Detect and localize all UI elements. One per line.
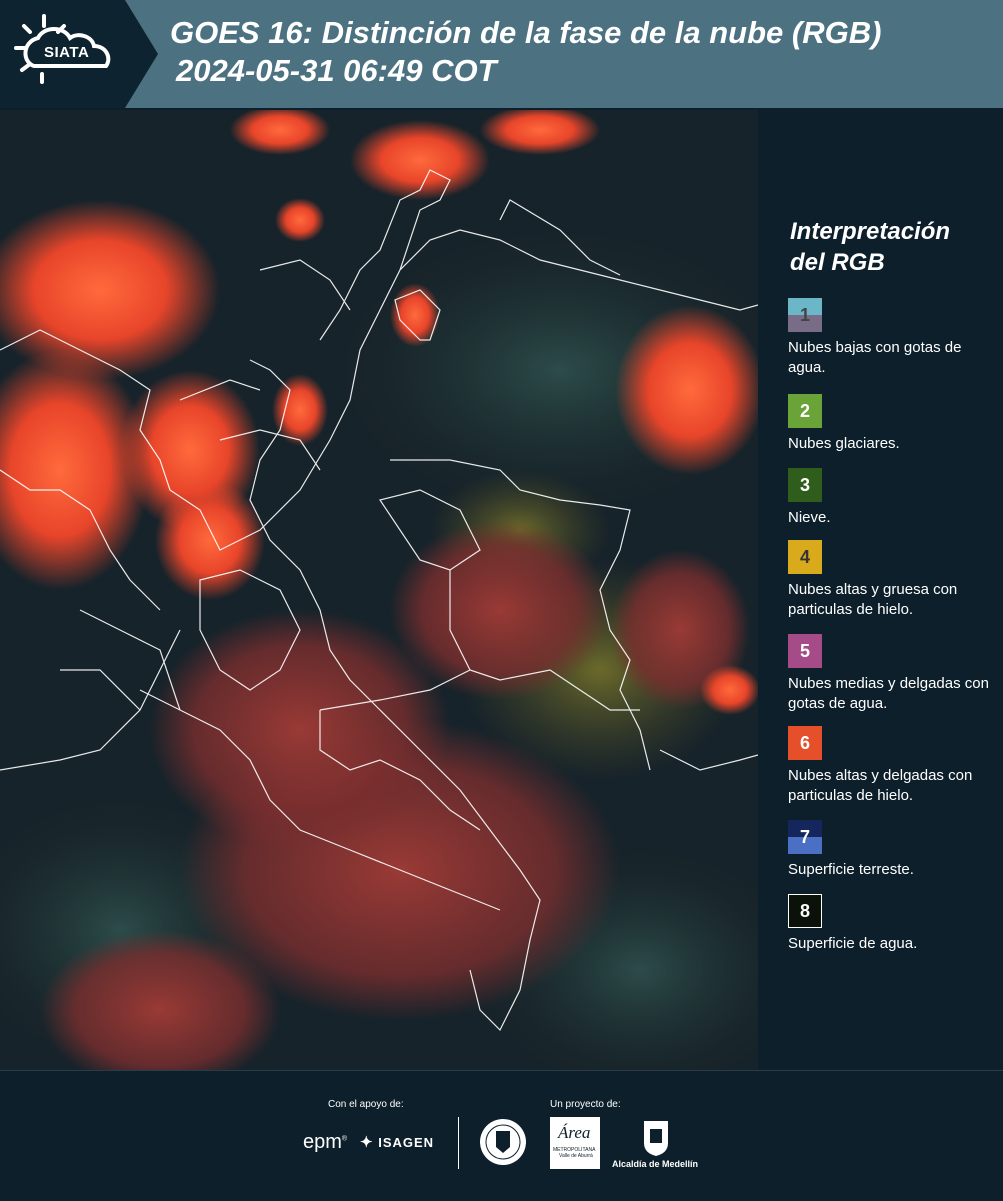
legend-swatch-6: 6 (788, 726, 822, 760)
page-title: GOES 16: Distinción de la fase de la nub… (170, 14, 881, 90)
legend-title: Interpretación del RGB (790, 216, 990, 278)
epm-logo: epm® (303, 1131, 348, 1153)
legend-number-7: 7 (799, 827, 810, 847)
legend-swatch-5: 5 (788, 634, 822, 668)
legend-number-3: 3 (799, 475, 810, 495)
legend-label-1: Nubes bajas con gotas de agua. (788, 339, 962, 376)
legend-label-5: Nubes medias y delgadas con gotas de agu… (788, 675, 989, 712)
legend-swatch-4: 4 (788, 540, 822, 574)
legend-label-2: Nubes glaciares. (788, 435, 900, 452)
legend-number-5: 5 (799, 641, 810, 661)
alcaldia-text: Alcaldía de Medellín (612, 1159, 699, 1169)
isagen-logo-text: ISAGEN (378, 1135, 435, 1150)
legend-item-7: 7 Superficie terreste. (788, 820, 998, 880)
legend-label-7: Superficie terreste. (788, 861, 914, 878)
legend-item-2: 2 Nubes glaciares. (788, 394, 998, 454)
legend-number-8: 8 (799, 901, 810, 921)
legend-item-5: 5 Nubes medias y delgadas con gotas de a… (788, 634, 998, 714)
legend-item-4: 4 Nubes altas y gruesa con particulas de… (788, 540, 998, 620)
legend-label-8: Superficie de agua. (788, 935, 918, 952)
header-bar: SIATA GOES 16: Distinción de la fase de … (0, 0, 1003, 108)
legend-number-1: 1 (799, 305, 810, 325)
legend-number-6: 6 (799, 733, 810, 753)
logo-text: SIATA (44, 44, 90, 61)
legend-label-4: Nubes altas y gruesa con particulas de h… (788, 581, 958, 618)
university-seal-logo (478, 1117, 528, 1172)
project-label: Un proyecto de: (550, 1099, 621, 1110)
siata-logo: SIATA (0, 0, 158, 108)
satellite-map (0, 110, 758, 1070)
legend-swatch-2: 2 (788, 394, 822, 428)
epm-logo-text: epm (303, 1131, 342, 1153)
legend-item-1: 1 Nubes bajas con gotas de agua. (788, 298, 998, 378)
title-line-2: 2024-05-31 06:49 COT (176, 53, 497, 88)
legend-swatch-7: 7 (788, 820, 822, 854)
footer: Con el apoyo de: Un proyecto de: epm® ✦ … (0, 1070, 1003, 1201)
support-label: Con el apoyo de: (328, 1099, 404, 1110)
satellite-image (0, 110, 758, 1070)
title-line-1: GOES 16: Distinción de la fase de la nub… (170, 15, 882, 50)
legend-panel: Interpretación del RGB 1 Nubes bajas con… (760, 110, 1003, 1070)
legend-number-2: 2 (799, 401, 810, 421)
legend-label-6: Nubes altas y delgadas con particulas de… (788, 767, 973, 804)
area-logo-sub2: Valle de Aburrá (559, 1153, 593, 1159)
legend-label-3: Nieve. (788, 509, 831, 526)
footer-divider (458, 1117, 459, 1169)
isagen-icon: ✦ (360, 1134, 374, 1151)
area-metropolitana-logo: Área METROPOLITANA Valle de Aburrá (550, 1117, 600, 1169)
seal-icon (480, 1119, 526, 1165)
legend-item-6: 6 Nubes altas y delgadas con particulas … (788, 726, 998, 806)
legend-item-3: 3 Nieve. (788, 468, 998, 528)
isagen-logo: ✦ ISAGEN (360, 1133, 434, 1151)
legend-number-4: 4 (799, 547, 810, 567)
alcaldia-shield-logo (642, 1119, 670, 1162)
legend-title-line-2: del RGB (790, 249, 885, 276)
legend-title-line-1: Interpretación (790, 218, 951, 245)
legend-swatch-8: 8 (788, 894, 822, 928)
area-logo-text: Área (558, 1123, 591, 1142)
legend-item-8: 8 Superficie de agua. (788, 894, 998, 954)
legend-swatch-3: 3 (788, 468, 822, 502)
shield-icon (644, 1121, 668, 1156)
legend-swatch-1: 1 (788, 298, 822, 332)
